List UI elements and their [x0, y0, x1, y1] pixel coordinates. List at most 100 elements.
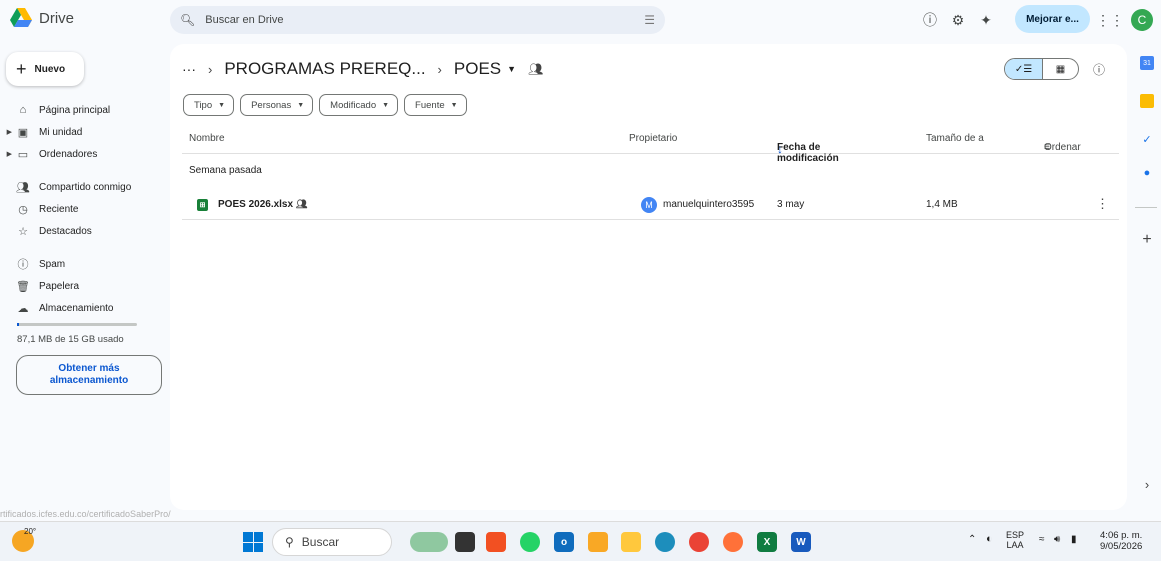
sidebar-item-recent[interactable]: ◷ Reciente: [0, 198, 168, 220]
clock[interactable]: 4:06 p. m. 9/05/2026: [1100, 530, 1142, 552]
sidebar-item-label: Página principal: [39, 104, 111, 116]
excel-icon[interactable]: X: [757, 532, 777, 552]
storage-progress-bar: [17, 323, 137, 326]
weather-temp: 20°: [24, 527, 37, 536]
widget-icon[interactable]: [410, 532, 448, 552]
breadcrumb-parent[interactable]: PROGRAMAS PREREQ...: [224, 59, 425, 79]
volume-icon[interactable]: 🔊︎: [1054, 534, 1060, 545]
grid-view-icon: ▦: [1055, 63, 1066, 75]
list-view-icon: ✓☰: [1014, 63, 1033, 75]
spreadsheet-icon: ⊞: [197, 199, 208, 211]
expand-caret-icon[interactable]: ▶: [0, 150, 12, 158]
sidebar-item-starred[interactable]: ☆ Destacados: [0, 220, 168, 242]
battery-icon[interactable]: ▮: [1071, 534, 1077, 545]
chevron-right-icon: ›: [437, 61, 442, 77]
top-bar: Drive 🔍︎ Buscar en Drive ☰ ⓘ ⚙ ✦ Mejorar…: [0, 0, 1161, 40]
keep-icon[interactable]: [1140, 94, 1154, 108]
info-icon[interactable]: ⓘ: [1090, 60, 1108, 78]
list-view-button[interactable]: ✓☰: [1005, 59, 1043, 79]
breadcrumb-more[interactable]: ···: [182, 61, 196, 77]
column-modified-label: Fecha de modificación: [777, 142, 839, 164]
shared-icon: 👥︎: [16, 181, 30, 194]
help-icon[interactable]: ⓘ: [920, 10, 940, 30]
filter-bar: Tipo ▼ Personas ▼ Modificado ▼ Fuente ▼: [183, 94, 467, 116]
sidebar-item-label: Ordenadores: [39, 148, 98, 160]
search-input[interactable]: Buscar en Drive: [205, 14, 644, 26]
network-status-icon[interactable]: ◐: [986, 533, 993, 545]
more-options-icon[interactable]: ⋮: [1096, 196, 1109, 212]
cloud-icon: ☁: [17, 302, 29, 315]
filter-label: Fuente: [415, 99, 445, 111]
filter-people[interactable]: Personas ▼: [240, 94, 314, 116]
grid-view-button[interactable]: ▦: [1043, 59, 1078, 79]
account-avatar[interactable]: C: [1131, 9, 1153, 31]
sidebar-item-label: Spam: [39, 258, 66, 270]
word-icon[interactable]: W: [791, 532, 811, 552]
column-name[interactable]: Nombre: [189, 133, 225, 144]
gemini-icon[interactable]: ✦: [976, 10, 996, 30]
clock-date: 9/05/2026: [1100, 541, 1143, 552]
sidebar-item-spam[interactable]: ⓘ Spam: [0, 253, 168, 275]
apps-grid-icon[interactable]: ⋮⋮: [1096, 10, 1124, 30]
dropdown-arrow-icon[interactable]: ▼: [507, 64, 516, 74]
sidebar-item-home[interactable]: ⌂ Página principal: [0, 99, 168, 121]
language-code: ESP: [1006, 530, 1025, 540]
new-button[interactable]: + Nuevo: [6, 52, 84, 86]
windows-start-icon[interactable]: [243, 532, 263, 552]
sidebar-item-shared[interactable]: 👥︎ Compartido conmigo: [0, 176, 168, 198]
sidebar-item-computers[interactable]: ▶ ▭ Ordenadores: [0, 143, 168, 165]
snipping-tool-icon[interactable]: [486, 532, 506, 552]
filter-type[interactable]: Tipo ▼: [183, 94, 235, 116]
calendar-icon[interactable]: 31: [1140, 56, 1154, 70]
search-options-icon[interactable]: ☰: [644, 13, 655, 27]
whatsapp-icon[interactable]: [520, 532, 540, 552]
search-icon: ⚲: [285, 535, 294, 549]
column-owner[interactable]: Propietario: [629, 133, 677, 144]
sort-arrow-down-icon[interactable]: ↓: [777, 142, 783, 156]
column-size[interactable]: Tamaño de a: [926, 133, 984, 144]
expand-caret-icon[interactable]: ▶: [0, 128, 12, 136]
filter-label: Tipo: [194, 99, 213, 111]
storage-usage-text: 87,1 MB de 15 GB usado: [17, 334, 124, 345]
firefox-icon[interactable]: [723, 532, 743, 552]
filter-source[interactable]: Fuente ▼: [404, 94, 467, 116]
upgrade-button[interactable]: Mejorar e...: [1015, 5, 1090, 33]
chrome-icon[interactable]: [689, 532, 709, 552]
language-sub: LAA: [1006, 540, 1024, 550]
settings-icon[interactable]: ⚙: [948, 10, 968, 30]
new-button-label: Nuevo: [34, 63, 66, 75]
sticky-notes-icon[interactable]: [588, 532, 608, 552]
language-indicator[interactable]: ESP LAA: [1006, 530, 1024, 550]
filter-modified[interactable]: Modificado ▼: [319, 94, 399, 116]
file-explorer-icon[interactable]: [621, 532, 641, 552]
show-hidden-icons[interactable]: ⌃: [968, 534, 976, 545]
add-addon-icon[interactable]: +: [1140, 231, 1154, 248]
drive-logo[interactable]: Drive: [10, 8, 74, 28]
breadcrumb-current[interactable]: POES: [454, 59, 501, 79]
search-icon[interactable]: 🔍︎: [180, 13, 195, 27]
edge-icon[interactable]: [655, 532, 675, 552]
sort-label: Ordenar: [1044, 142, 1081, 153]
table-row[interactable]: ⊞ POES 2026.xlsx 👥︎ M manuelquintero3595…: [182, 190, 1119, 220]
my-drive-icon: ▣: [17, 126, 29, 139]
outlook-icon[interactable]: o: [554, 532, 574, 552]
taskbar-search[interactable]: ⚲ Buscar: [272, 528, 392, 556]
wifi-icon[interactable]: ≈: [1039, 534, 1045, 545]
home-icon: ⌂: [19, 104, 27, 116]
contacts-icon[interactable]: ●: [1140, 166, 1154, 180]
star-icon: ☆: [18, 225, 28, 238]
sidebar-item-trash[interactable]: 🗑︎ Papelera: [0, 275, 168, 297]
sidebar-item-storage[interactable]: ☁ Almacenamiento: [0, 297, 168, 319]
sidebar-item-my-drive[interactable]: ▶ ▣ Mi unidad: [0, 121, 168, 143]
plus-icon: +: [16, 58, 27, 79]
search-bar[interactable]: 🔍︎ Buscar en Drive ☰: [170, 6, 665, 34]
taskbar-search-label: Buscar: [301, 535, 340, 549]
get-more-storage-button[interactable]: Obtener más almacenamiento: [16, 355, 162, 395]
task-view-icon[interactable]: [455, 532, 475, 552]
tasks-icon[interactable]: ✓: [1140, 132, 1154, 146]
owner-avatar: M: [641, 197, 657, 213]
expand-panel-icon[interactable]: ›: [1140, 477, 1154, 492]
computers-icon: ▭: [17, 148, 29, 161]
filter-label: Personas: [251, 99, 292, 111]
column-header-row: Nombre Propietario Fecha de modificación…: [182, 124, 1119, 164]
